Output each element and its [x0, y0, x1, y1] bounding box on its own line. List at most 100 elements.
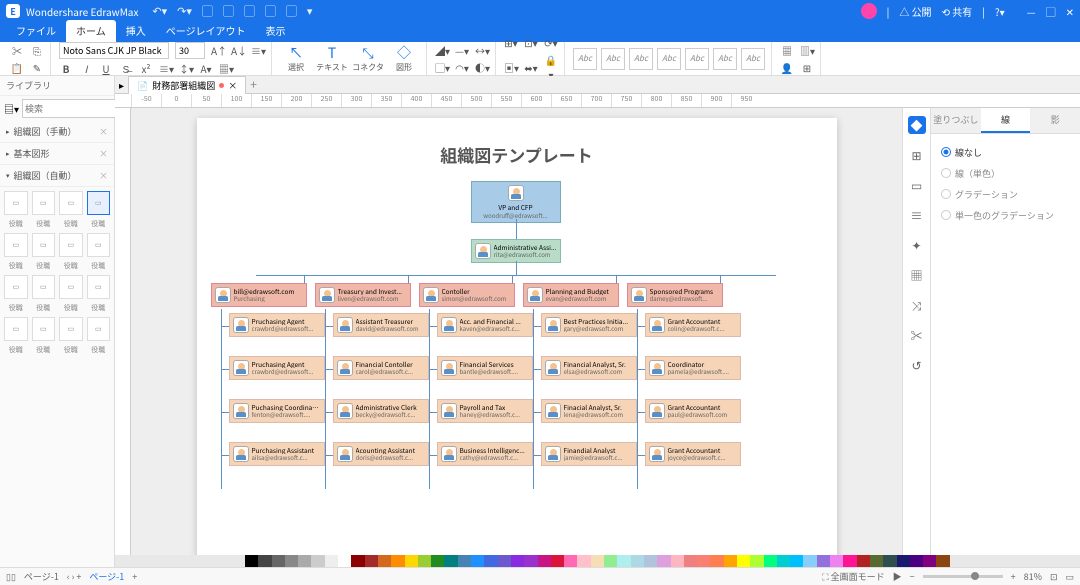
- color-swatch[interactable]: [684, 555, 697, 567]
- round-icon[interactable]: ◠▾: [455, 60, 469, 75]
- image-icon[interactable]: ⊞: [800, 60, 814, 75]
- org-node[interactable]: Administrative Clerkbecky@edrawsoft.c...: [333, 399, 429, 423]
- color-swatch[interactable]: [444, 555, 457, 567]
- add-page-icon[interactable]: +: [132, 570, 137, 583]
- color-swatch[interactable]: [631, 555, 644, 567]
- shape-thumb[interactable]: ▭: [4, 191, 28, 215]
- fill-icon[interactable]: ◢▾: [435, 43, 449, 58]
- cut-icon[interactable]: ✂: [10, 43, 24, 58]
- category-manual[interactable]: 組織図（手動）×: [0, 121, 114, 143]
- color-swatch[interactable]: [843, 555, 856, 567]
- fontgrow-icon[interactable]: A↑: [211, 43, 225, 58]
- org-node[interactable]: Administrative Assi...rita@edrawsoft.com: [471, 239, 561, 263]
- org-node[interactable]: Finandial Analystjamie@edrawsoft.c...: [541, 442, 637, 466]
- pages-icon[interactable]: ▯▯: [6, 570, 16, 583]
- org-node[interactable]: Planning and Budgetevan@edrawsoft.com: [523, 283, 619, 307]
- zoom-out-icon[interactable]: −: [910, 570, 915, 583]
- style-tool-icon[interactable]: ◆: [908, 116, 926, 134]
- shape-thumb[interactable]: ▭: [4, 317, 28, 341]
- color-swatch[interactable]: [657, 555, 670, 567]
- shuffle-tool-icon[interactable]: ⤨: [908, 296, 926, 314]
- color-swatch[interactable]: [897, 555, 910, 567]
- page[interactable]: 組織図テンプレート VP and CFPwoodruff@edrawsoft..…: [197, 118, 837, 555]
- crop-icon[interactable]: ▦: [780, 43, 794, 58]
- front-icon[interactable]: ▣▾: [504, 60, 518, 75]
- tab-fill[interactable]: 塗りつぶし: [931, 108, 981, 133]
- color-swatch[interactable]: [777, 555, 790, 567]
- org-node[interactable]: Payroll and Taxhaney@edrawsoft.c...: [437, 399, 533, 423]
- org-node[interactable]: Financial Contollercarol@edrawsoft.c...: [333, 356, 429, 380]
- color-swatch[interactable]: [591, 555, 604, 567]
- menu-view[interactable]: 表示: [256, 20, 296, 42]
- menu-home[interactable]: ホーム: [66, 20, 116, 42]
- person-icon[interactable]: 👤: [780, 60, 794, 75]
- shape-thumb[interactable]: ▭: [32, 191, 56, 215]
- org-node[interactable]: Puchasing Coordinatorfenton@edrawsoft...…: [229, 399, 325, 423]
- color-swatch[interactable]: [511, 555, 524, 567]
- org-node[interactable]: Sponsored Programsdamey@edrawsoft...: [627, 283, 723, 307]
- color-swatch[interactable]: [644, 555, 657, 567]
- menu-file[interactable]: ファイル: [6, 20, 66, 42]
- color-swatch[interactable]: [378, 555, 391, 567]
- settings-icon[interactable]: ▥▾: [800, 43, 814, 58]
- clip-tool-icon[interactable]: ✂: [908, 326, 926, 344]
- ai-tool-icon[interactable]: ✦: [908, 236, 926, 254]
- color-swatch[interactable]: [551, 555, 564, 567]
- org-node[interactable]: Purchasing Assistantailsa@edrawsoft.c...: [229, 442, 325, 466]
- org-node[interactable]: Pruchasing Agentcrawbrd@edrawsoft...: [229, 356, 325, 380]
- style-preset[interactable]: Abc: [601, 48, 625, 70]
- color-swatch[interactable]: [298, 555, 311, 567]
- color-swatch[interactable]: [697, 555, 710, 567]
- shape-thumb[interactable]: ▭: [32, 233, 56, 257]
- color-swatch[interactable]: [471, 555, 484, 567]
- new-icon[interactable]: ▢: [202, 3, 213, 19]
- print-icon[interactable]: ▢: [265, 3, 276, 19]
- presentation-icon[interactable]: ▶: [893, 570, 902, 583]
- color-bar[interactable]: [115, 555, 1080, 567]
- search-input[interactable]: [22, 99, 128, 118]
- page-tab[interactable]: ページ-1: [89, 570, 124, 583]
- org-node[interactable]: Acc. and Financial ...kaven@edrawsoft.c.…: [437, 313, 533, 337]
- size-icon[interactable]: ⬌▾: [524, 60, 538, 75]
- quick-icon[interactable]: ◐▾: [475, 60, 489, 75]
- shape-thumb[interactable]: ▭: [4, 275, 28, 299]
- spacing-icon[interactable]: ↕▾: [179, 61, 193, 76]
- org-node[interactable]: Treasury and Invest...liven@edrawsoft.co…: [315, 283, 411, 307]
- line-option[interactable]: 線（単色）: [939, 163, 1072, 184]
- org-node[interactable]: Contollersimon@edrawsoft.com: [419, 283, 515, 307]
- shape-thumb[interactable]: ▭: [4, 233, 28, 257]
- shape-thumb[interactable]: ▭: [32, 275, 56, 299]
- font-select[interactable]: [59, 42, 169, 59]
- color-swatch[interactable]: [764, 555, 777, 567]
- style-preset[interactable]: Abc: [741, 48, 765, 70]
- history-tool-icon[interactable]: ↺: [908, 356, 926, 374]
- category-auto[interactable]: 組織図（自動）×: [0, 165, 114, 187]
- style-preset[interactable]: Abc: [573, 48, 597, 70]
- grid-tool-icon[interactable]: ⊞: [908, 146, 926, 164]
- style-preset[interactable]: Abc: [657, 48, 681, 70]
- org-node[interactable]: bill@edrawsoft.comPurchasing: [211, 283, 307, 307]
- color-swatch[interactable]: [737, 555, 750, 567]
- align2-icon[interactable]: ⊞▾: [504, 35, 518, 50]
- canvas[interactable]: 組織図テンプレート VP and CFPwoodruff@edrawsoft..…: [131, 108, 902, 555]
- super-icon[interactable]: x²: [139, 61, 153, 76]
- color-swatch[interactable]: [923, 555, 936, 567]
- help-icon[interactable]: ?▾: [995, 4, 1005, 19]
- color-swatch[interactable]: [803, 555, 816, 567]
- publish-button[interactable]: △ 公開: [899, 4, 931, 19]
- fit2-icon[interactable]: ▭: [1065, 570, 1074, 583]
- org-node[interactable]: Best Practices Initia...gary@edrawsoft.c…: [541, 313, 637, 337]
- org-node[interactable]: VP and CFPwoodruff@edrawsoft...: [471, 181, 561, 223]
- close-tab-icon[interactable]: ×: [228, 79, 237, 92]
- style-preset[interactable]: Abc: [685, 48, 709, 70]
- color-swatch[interactable]: [431, 555, 444, 567]
- italic-icon[interactable]: I: [79, 61, 93, 76]
- redo-icon[interactable]: ↷▾: [177, 3, 192, 19]
- document-tab[interactable]: 📄 財務部署組織図 ×: [128, 76, 246, 94]
- color-swatch[interactable]: [365, 555, 378, 567]
- select-tool[interactable]: ↖選択: [280, 45, 312, 73]
- maximize-icon[interactable]: ▢: [1046, 4, 1056, 19]
- save-icon[interactable]: ▢: [244, 3, 255, 19]
- fontsize-select[interactable]: [175, 42, 205, 59]
- org-node[interactable]: Grant Accountantpaul@edrawsoft.com: [645, 399, 741, 423]
